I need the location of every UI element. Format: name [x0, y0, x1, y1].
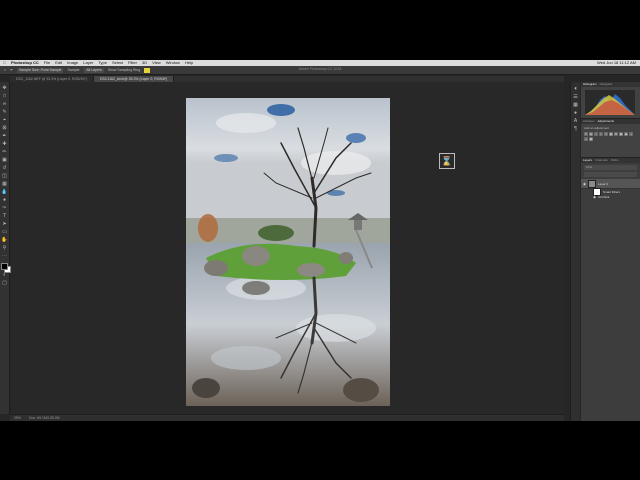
document-size: Doc: 69.1M/138.2M: [29, 416, 60, 420]
color-swatch[interactable]: [144, 67, 151, 73]
sample-layers-dropdown[interactable]: All Layers: [84, 67, 104, 73]
tab-navigator[interactable]: Navigator: [600, 82, 613, 87]
channel-mixer-icon[interactable]: ◑: [629, 132, 633, 136]
stamp-tool-icon[interactable]: ▣: [2, 157, 8, 163]
properties-icon[interactable]: ☰: [573, 94, 579, 100]
blur-tool-icon[interactable]: 💧: [1, 189, 7, 195]
tab-layers[interactable]: Layers: [583, 158, 592, 163]
document-canvas-image[interactable]: [186, 98, 390, 406]
lasso-tool-icon[interactable]: ∞: [2, 101, 8, 107]
vibrance-icon[interactable]: ▽: [604, 132, 608, 136]
panel-icon-strip: ⏴ ☰ ▦ ● A ¶: [570, 82, 580, 421]
tab-channels[interactable]: Channels: [595, 158, 608, 163]
dodge-tool-icon[interactable]: ●: [2, 197, 8, 203]
foreground-color-swatch[interactable]: [0, 263, 8, 270]
visibility-eye-icon[interactable]: ◉: [583, 182, 586, 186]
black-white-icon[interactable]: ▣: [619, 132, 623, 136]
paragraph-icon[interactable]: ¶: [573, 126, 579, 132]
type-tool-icon[interactable]: T: [2, 213, 8, 219]
layers-panel: Layers Channels Paths Kind ◉ Layer 0 Sma…: [581, 158, 640, 422]
frame-tool-icon[interactable]: ⊠: [2, 125, 8, 131]
home-icon[interactable]: ⌂: [4, 68, 6, 72]
photoshop-window:  Photoshop CC File Edit Image Layer Typ…: [0, 60, 640, 422]
filter-label: Oil Paint: [598, 194, 610, 199]
oil-paint-photo: [186, 98, 390, 406]
photo-filter-icon[interactable]: ◉: [624, 132, 628, 136]
histogram-graph: [585, 90, 635, 115]
layer-thumbnail: [588, 179, 596, 188]
quick-select-tool-icon[interactable]: ✎: [2, 109, 8, 115]
move-tool-icon[interactable]: ✥: [2, 85, 8, 91]
canvas-area[interactable]: ⌛: [11, 82, 564, 414]
smart-filters-label: Smart Filters: [603, 189, 621, 194]
filter-eye-icon[interactable]: ◉: [593, 195, 596, 199]
more-tools-icon[interactable]: ⋯: [2, 253, 8, 259]
hue-saturation-icon[interactable]: ▦: [609, 132, 613, 136]
tab-paths[interactable]: Paths: [611, 158, 619, 163]
character-icon[interactable]: A: [573, 118, 579, 124]
tools-panel: ✥ □ ∞ ✎ ⌖ ⊠ ✒ ✚ ✏ ▣ ↺ ◫ ▦ 💧 ● ✑ T ➤ ▭ ✋ …: [0, 82, 11, 414]
hourglass-icon: ⌛: [439, 153, 455, 169]
gradient-tool-icon[interactable]: ▦: [2, 181, 8, 187]
sample-label: Sample:: [67, 68, 81, 72]
screen-mode-icon[interactable]: ▢: [2, 280, 8, 286]
posterize-icon[interactable]: ▩: [589, 137, 593, 141]
path-select-tool-icon[interactable]: ➤: [2, 221, 8, 227]
levels-icon[interactable]: ▤: [589, 132, 593, 136]
bottom-letterbox: [0, 421, 640, 480]
sampling-ring-checkbox[interactable]: Show Sampling Ring: [108, 68, 141, 72]
adjustments-panel: Libraries Adjustments Add an adjustment …: [581, 119, 640, 158]
curves-icon[interactable]: ∽: [594, 132, 598, 136]
layer-row[interactable]: ◉ Layer 0: [581, 179, 640, 189]
color-swatches[interactable]: [0, 263, 11, 273]
hand-tool-icon[interactable]: ✋: [1, 237, 7, 243]
zoom-tool-icon[interactable]: ⚲: [2, 245, 8, 251]
layer-filter-kind[interactable]: Kind: [584, 165, 637, 170]
exposure-icon[interactable]: ◐: [599, 132, 603, 136]
swatches-icon[interactable]: ▦: [573, 102, 579, 108]
shape-tool-icon[interactable]: ▭: [2, 229, 8, 235]
marquee-tool-icon[interactable]: □: [2, 93, 8, 99]
top-letterbox: [0, 0, 640, 60]
history-brush-tool-icon[interactable]: ↺: [2, 165, 8, 171]
options-bar: ⌂ ✒ Sample Size: Point Sample Sample: Al…: [0, 66, 640, 75]
eraser-tool-icon[interactable]: ◫: [2, 173, 8, 179]
zoom-level[interactable]: 25%: [14, 416, 21, 420]
sample-size-dropdown[interactable]: Sample Size: Point Sample: [17, 67, 64, 73]
eyedropper-tool-icon[interactable]: ✒: [2, 133, 8, 139]
tab-histogram[interactable]: Histogram: [583, 82, 597, 87]
crop-tool-icon[interactable]: ⌖: [2, 117, 8, 123]
eyedropper-icon[interactable]: ✒: [10, 68, 13, 72]
color-balance-icon[interactable]: ⚖: [614, 132, 618, 136]
blend-mode-row[interactable]: [584, 172, 637, 177]
status-bar: 25% Doc: 69.1M/138.2M: [10, 414, 564, 421]
invert-icon[interactable]: ◒: [584, 137, 588, 141]
history-icon[interactable]: ⏴: [573, 86, 579, 92]
tab-libraries[interactable]: Libraries: [583, 119, 595, 124]
histogram-panel: Histogram Navigator: [581, 82, 640, 119]
brightness-icon[interactable]: ☀: [584, 132, 588, 136]
layer-name[interactable]: Layer 0: [598, 182, 608, 186]
healing-tool-icon[interactable]: ✚: [2, 141, 8, 147]
brush-tool-icon[interactable]: ✏: [2, 149, 8, 155]
adjustments-title: Add an adjustment: [584, 126, 610, 130]
tab-adjustments[interactable]: Adjustments: [598, 119, 615, 124]
filter-row[interactable]: ◉ Oil Paint: [581, 194, 640, 199]
right-panels: Histogram Navigator Libraries Adjustment…: [581, 82, 640, 422]
brushes-icon[interactable]: ●: [573, 110, 579, 116]
pen-tool-icon[interactable]: ✑: [2, 205, 8, 211]
